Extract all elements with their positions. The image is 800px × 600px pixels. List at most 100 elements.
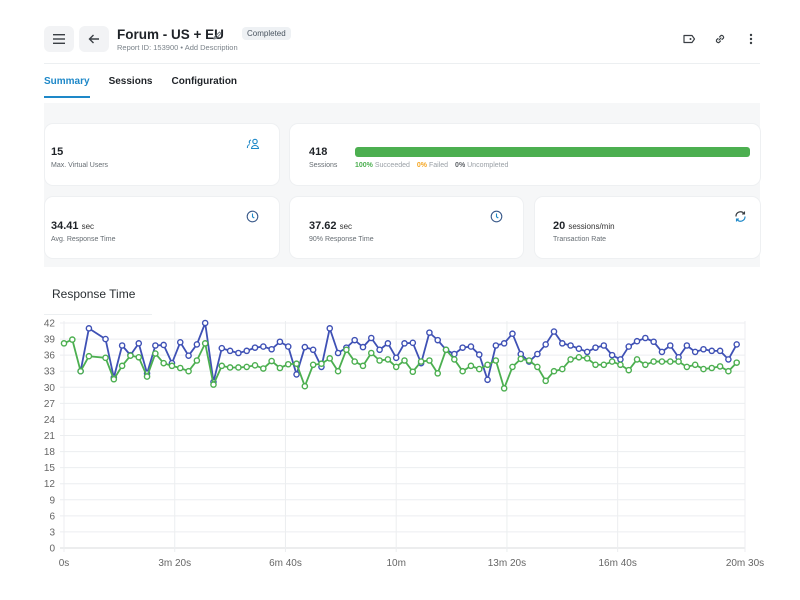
- data-point: [534, 363, 541, 371]
- data-point: [666, 342, 674, 349]
- data-point: [600, 342, 608, 349]
- data-point: [500, 385, 508, 392]
- p90-response-value: 37.62 sec: [309, 220, 352, 232]
- data-point: [475, 365, 483, 373]
- data-point: [617, 356, 624, 363]
- data-point: [583, 355, 591, 362]
- meta-separator: •: [180, 43, 184, 52]
- tab-summary[interactable]: Summary: [44, 76, 90, 98]
- data-point: [243, 347, 251, 355]
- data-point: [592, 361, 599, 369]
- data-point: [426, 329, 433, 336]
- data-point: [725, 356, 732, 363]
- data-point: [226, 347, 234, 355]
- data-point: [243, 363, 251, 371]
- data-point: [608, 358, 616, 365]
- uncompleted-stat: 0% Uncompleted: [455, 162, 508, 169]
- card-sessions: 418 Sessions 100% Succeeded 0% Failed 0%…: [290, 124, 760, 185]
- data-point: [251, 344, 259, 351]
- data-point: [135, 353, 143, 361]
- data-point: [102, 335, 109, 343]
- data-point: [193, 341, 201, 348]
- copy-link-button[interactable]: [711, 30, 729, 48]
- tab-configuration[interactable]: Configuration: [172, 76, 238, 98]
- avg-response-label: Avg. Response Time: [51, 236, 116, 243]
- data-point: [301, 343, 309, 351]
- data-point: [683, 342, 691, 349]
- transaction-rate-number: 20: [553, 220, 566, 232]
- data-point: [185, 352, 192, 359]
- data-point: [102, 354, 109, 362]
- data-point: [642, 361, 649, 369]
- data-point: [127, 352, 134, 359]
- y-tick-label: 12: [44, 479, 56, 490]
- status-badge: Completed: [242, 27, 291, 40]
- data-point: [268, 357, 275, 365]
- data-point: [152, 342, 159, 349]
- data-point: [293, 360, 300, 368]
- back-button[interactable]: [79, 26, 109, 52]
- report-id: Report ID: 153900: [117, 43, 179, 52]
- data-point: [334, 349, 342, 357]
- data-point: [700, 345, 707, 353]
- data-point: [351, 358, 358, 365]
- data-point: [284, 343, 292, 350]
- succeeded-pct: 100%: [355, 162, 373, 169]
- data-point: [608, 351, 616, 359]
- card-p90-response: 37.62 sec 90% Response Time: [290, 197, 523, 258]
- data-point: [401, 340, 408, 347]
- y-tick-label: 39: [44, 335, 56, 346]
- series-p90: [77, 319, 740, 386]
- data-point: [384, 340, 392, 347]
- sessions-progress-bar: [355, 147, 750, 157]
- uncompleted-pct: 0%: [455, 162, 466, 169]
- card-avg-response: 34.41 sec Avg. Response Time: [45, 197, 279, 258]
- y-tick-label: 21: [44, 431, 56, 442]
- data-point: [492, 342, 500, 349]
- data-point: [567, 356, 574, 363]
- data-point: [558, 365, 566, 373]
- data-point: [301, 382, 309, 390]
- data-point: [733, 359, 740, 366]
- data-point: [77, 367, 84, 375]
- data-point: [118, 362, 126, 370]
- data-point: [176, 338, 184, 346]
- data-point: [666, 358, 674, 365]
- uncompleted-label: Uncompleted: [467, 162, 509, 169]
- data-point: [384, 356, 392, 363]
- data-point: [725, 367, 732, 375]
- card-virtual-users: 15 Max. Virtual Users: [45, 124, 279, 185]
- data-point: [185, 367, 192, 375]
- data-point: [85, 325, 93, 332]
- transaction-rate-unit: sessions/min: [568, 222, 615, 231]
- data-point: [376, 357, 383, 364]
- label-button[interactable]: [680, 30, 698, 48]
- y-tick-label: 27: [44, 399, 56, 410]
- data-point: [691, 361, 699, 369]
- data-point: [235, 349, 242, 357]
- p90-response-number: 37.62: [309, 220, 337, 232]
- data-point: [459, 367, 466, 375]
- succeeded-label: Succeeded: [374, 162, 410, 169]
- add-description-link[interactable]: Add Description: [185, 43, 238, 52]
- card-transaction-rate: 20 sessions/min Transaction Rate: [535, 197, 760, 258]
- menu-button[interactable]: [44, 26, 74, 52]
- data-point: [700, 365, 707, 373]
- data-point: [600, 361, 608, 369]
- transaction-rate-label: Transaction Rate: [553, 236, 607, 243]
- data-point: [210, 381, 217, 388]
- data-point: [309, 361, 317, 369]
- more-options-button[interactable]: [742, 30, 760, 48]
- data-point: [318, 360, 325, 368]
- y-tick-label: 18: [44, 447, 56, 458]
- y-tick-label: 9: [49, 495, 55, 506]
- x-tick-label: 6m 40s: [269, 558, 302, 569]
- data-point: [367, 334, 375, 342]
- data-point: [60, 340, 68, 347]
- page-title: Forum - US + EU: [117, 27, 224, 42]
- failed-stat: 0% Failed: [417, 162, 448, 169]
- data-point: [675, 358, 682, 365]
- tab-sessions[interactable]: Sessions: [109, 76, 153, 98]
- x-tick-label: 13m 20s: [488, 558, 526, 569]
- data-point: [550, 367, 558, 375]
